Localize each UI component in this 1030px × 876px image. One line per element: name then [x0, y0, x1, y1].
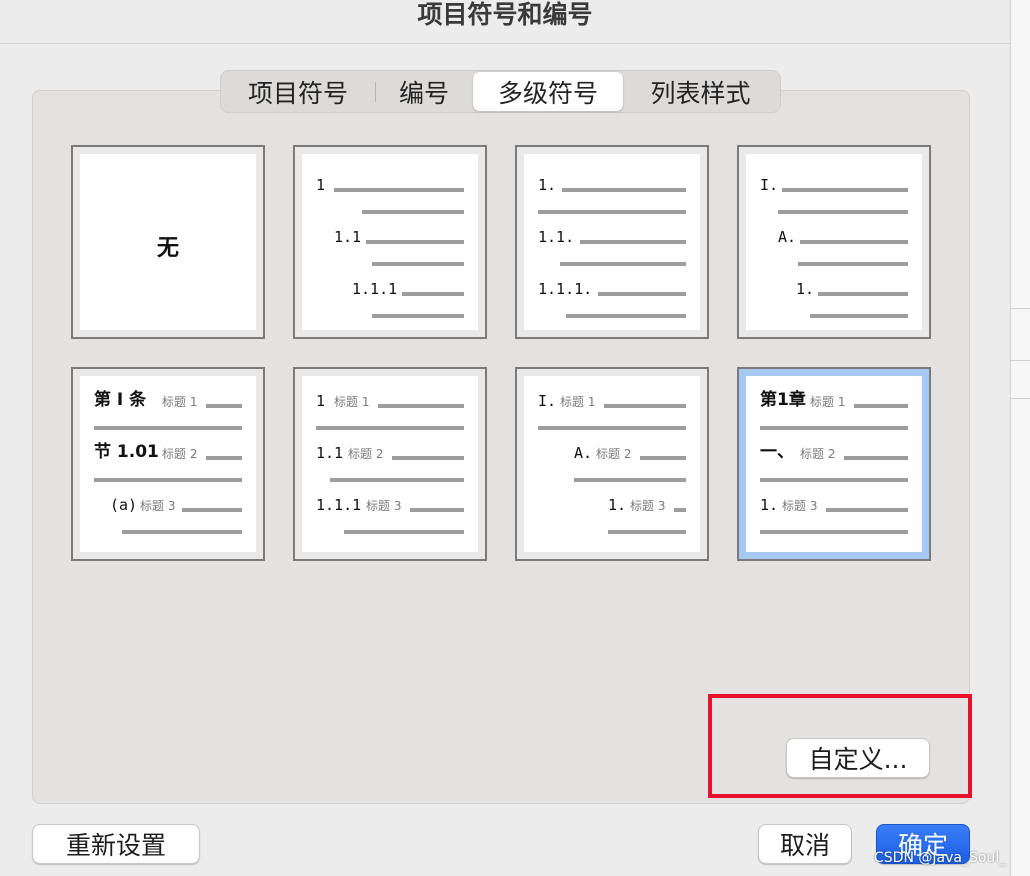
level3-label: (a) [110, 496, 138, 514]
level3-label: 1.1.1. [538, 280, 593, 298]
level3-label: 1.1.1 [352, 280, 398, 298]
heading3-label: 标题 3 [782, 499, 818, 513]
level3-label: 1. [796, 280, 815, 298]
tab-numbering[interactable]: 编号 [375, 72, 473, 111]
level2-label: 1.1 [316, 444, 344, 462]
level2-label: 节 1.01 [94, 442, 159, 462]
heading2-label: 标题 2 [596, 447, 632, 461]
heading2-label: 标题 2 [800, 447, 836, 461]
background-window-edge [1010, 0, 1030, 876]
annotation-highlight [708, 694, 972, 798]
level1-label: 1 [316, 176, 326, 194]
heading2-label: 标题 2 [162, 447, 198, 461]
heading1-label: 标题 1 [560, 395, 596, 409]
heading1-label: 标题 1 [810, 395, 846, 409]
preset-roman-headings[interactable]: I. 标题 1 A. 标题 2 1. 标题 3 [515, 367, 709, 561]
level2-label: A. [778, 228, 797, 246]
level1-label: I. [760, 176, 779, 194]
cancel-button[interactable]: 取消 [758, 824, 852, 864]
reset-button[interactable]: 重新设置 [32, 824, 200, 864]
level2-label: A. [574, 444, 593, 462]
preset-numeric[interactable]: 1 1.1 1.1.1 [293, 145, 487, 339]
tab-bullets[interactable]: 项目符号 [221, 72, 376, 111]
dialog-title: 项目符号和编号 [0, 0, 1010, 44]
level1-label: 1. [538, 176, 557, 194]
heading3-label: 标题 3 [140, 499, 176, 513]
preset-numeric-dotted[interactable]: 1. 1.1. 1.1.1. [515, 145, 709, 339]
watermark: CSDN @Java_Soul_ [874, 850, 1007, 866]
tab-list-styles[interactable]: 列表样式 [623, 72, 778, 111]
heading2-label: 标题 2 [348, 447, 384, 461]
preset-chapter-headings[interactable]: 第1章 标题 1 一、 标题 2 1. 标题 3 [737, 367, 931, 561]
level1-label: 第1章 [760, 390, 806, 410]
level3-label: 1. [760, 496, 779, 514]
heading1-label: 标题 1 [162, 395, 198, 409]
level3-label: 1. [608, 496, 627, 514]
bullets-numbering-dialog: 项目符号和编号 项目符号 编号 多级符号 列表样式 无 1 1.1 1.1.1 … [0, 0, 1010, 876]
preset-numeric-headings[interactable]: 1 标题 1 1.1 标题 2 1.1.1 标题 3 [293, 367, 487, 561]
preset-none[interactable]: 无 [71, 145, 265, 339]
level1-label: 第 I 条 [94, 390, 147, 410]
tab-multilevel[interactable]: 多级符号 [473, 72, 623, 111]
heading1-label: 标题 1 [334, 395, 370, 409]
level3-label: 1.1.1 [316, 496, 362, 514]
preset-roman-alpha[interactable]: I. A. 1. [737, 145, 931, 339]
heading3-label: 标题 3 [366, 499, 402, 513]
tab-bar: 项目符号 编号 多级符号 列表样式 [220, 70, 781, 113]
level2-label: 1.1 [334, 228, 362, 246]
preset-none-label: 无 [156, 236, 179, 261]
preset-article-section[interactable]: 第 I 条 标题 1 节 1.01 标题 2 (a) 标题 3 [71, 367, 265, 561]
level1-label: 1 [316, 392, 326, 410]
heading3-label: 标题 3 [630, 499, 666, 513]
level1-label: I. [538, 392, 557, 410]
level2-label: 1.1. [538, 228, 575, 246]
level2-label: 一、 [760, 442, 794, 462]
